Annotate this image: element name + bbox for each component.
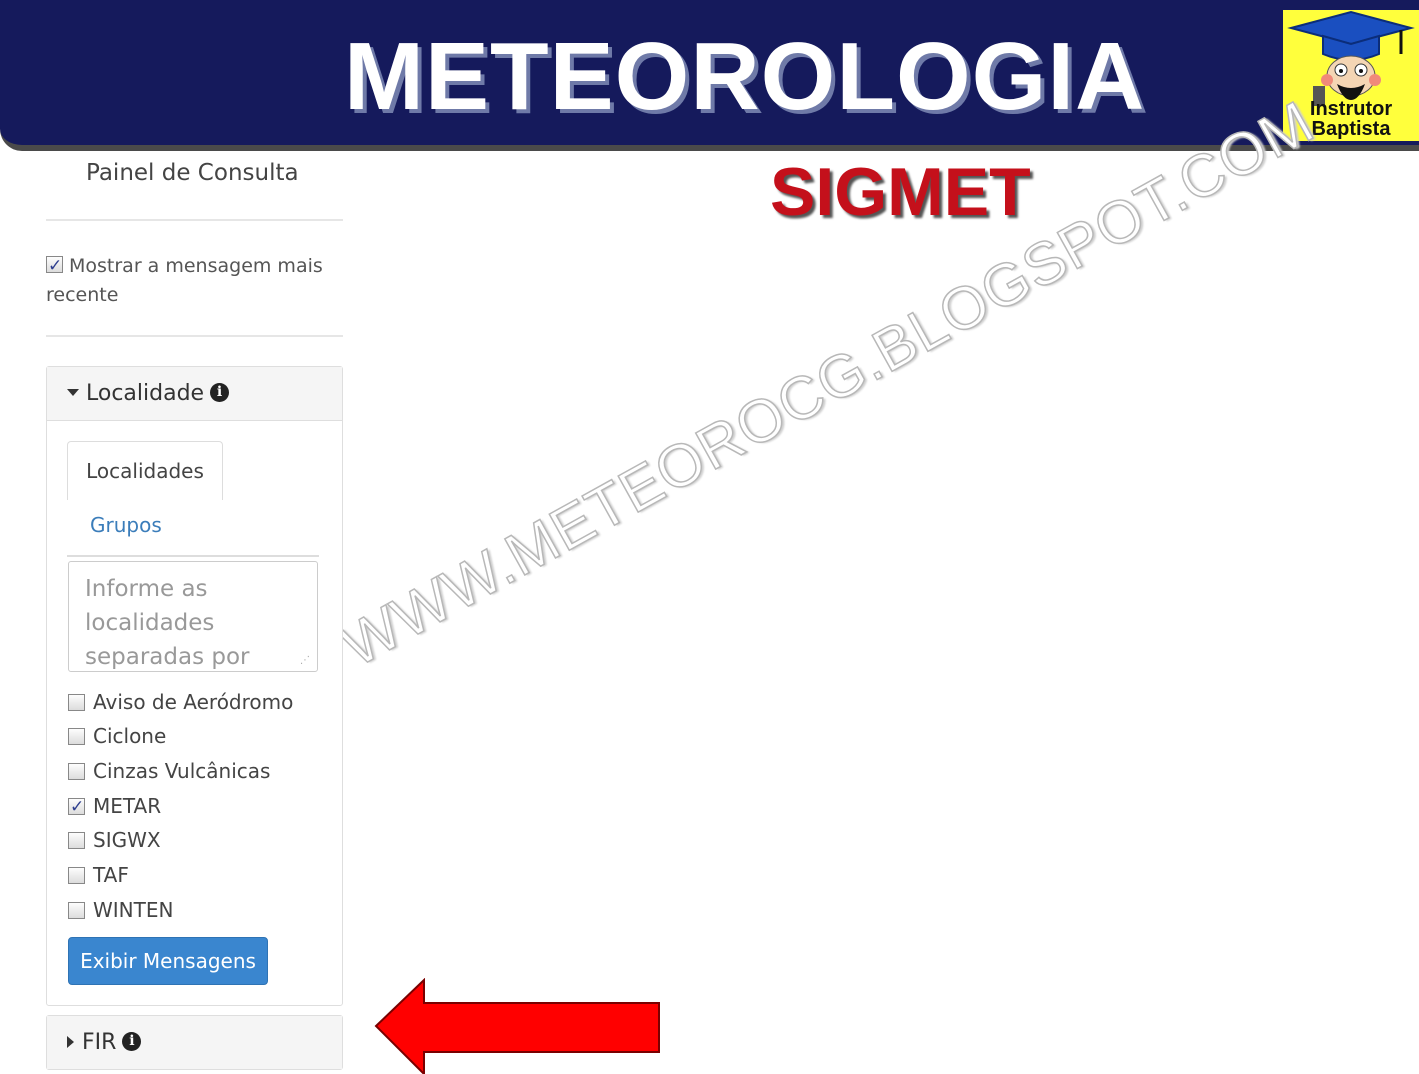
option-checkbox[interactable]: [68, 794, 85, 820]
panel-title: Painel de Consulta: [86, 160, 299, 186]
show-messages-button[interactable]: Exibir Mensagens: [68, 937, 268, 985]
option-cinzas-vulcanicas[interactable]: Cinzas Vulcânicas: [68, 758, 270, 784]
option-winten[interactable]: WINTEN: [68, 897, 173, 923]
option-aviso-aerodromo[interactable]: Aviso de Aeródromo: [68, 689, 293, 715]
page-subtitle: SIGMET: [770, 154, 1031, 230]
option-ciclone[interactable]: Ciclone: [68, 723, 166, 749]
tabs-divider: [67, 555, 319, 557]
info-icon[interactable]: i: [210, 382, 230, 402]
divider: [46, 335, 343, 337]
option-label: SIGWX: [93, 828, 161, 852]
banner-title: METEOROLOGIA: [344, 23, 1146, 130]
localidade-title: Localidade: [86, 381, 205, 406]
option-label: WINTEN: [93, 898, 174, 922]
option-metar[interactable]: METAR: [68, 793, 162, 820]
divider: [46, 219, 343, 221]
caret-down-icon: [67, 389, 79, 396]
show-recent-checkbox[interactable]: [46, 252, 63, 281]
option-checkbox[interactable]: [68, 762, 85, 780]
option-label: METAR: [93, 794, 162, 818]
fir-title: FIR: [82, 1030, 117, 1055]
show-recent-option[interactable]: Mostrar a mensagem mais recente: [46, 252, 336, 310]
option-checkbox[interactable]: [68, 831, 85, 849]
option-sigwx[interactable]: SIGWX: [68, 827, 161, 853]
option-checkbox[interactable]: [68, 693, 85, 711]
option-taf[interactable]: TAF: [68, 862, 129, 888]
localidade-header[interactable]: Localidade i: [47, 367, 342, 421]
option-checkbox[interactable]: [68, 866, 85, 884]
option-label: Cinzas Vulcânicas: [93, 759, 271, 783]
caret-right-icon: [67, 1035, 74, 1048]
red-arrow-icon: [374, 978, 660, 1074]
resize-handle-icon[interactable]: ⋰: [300, 655, 312, 667]
option-label: Aviso de Aeródromo: [93, 690, 294, 714]
option-label: TAF: [93, 863, 129, 887]
tab-grupos[interactable]: Grupos: [90, 513, 162, 537]
fir-panel: FIR i: [46, 1015, 343, 1070]
graduation-cap-icon: [1287, 10, 1415, 106]
localities-input[interactable]: Informe as localidades separadas por: [68, 561, 318, 672]
show-recent-label: Mostrar a mensagem mais recente: [46, 255, 323, 306]
option-checkbox[interactable]: [68, 727, 85, 745]
tab-localidades[interactable]: Localidades: [67, 441, 223, 500]
option-checkbox[interactable]: [68, 901, 85, 919]
header-banner: METEOROLOGIA: [0, 0, 1419, 151]
fir-header[interactable]: FIR i: [47, 1016, 342, 1069]
option-label: Ciclone: [93, 724, 167, 748]
info-icon[interactable]: i: [122, 1031, 142, 1051]
